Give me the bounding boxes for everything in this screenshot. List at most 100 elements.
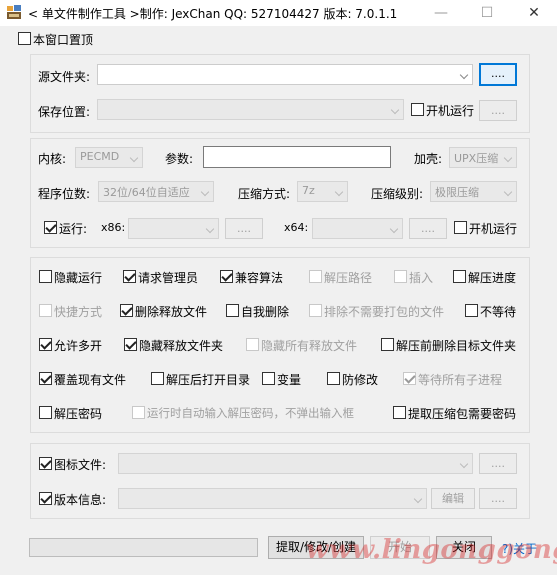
open-dir-after-label: 解压后打开目录 [166,373,251,387]
hide-released-checkbox[interactable] [124,338,137,351]
chevron-down-icon [413,494,423,504]
kernel-label: 内核: [38,152,67,166]
allow-multi-label: 允许多开 [54,339,103,353]
maximize-button[interactable]: ☐ [464,0,510,26]
source-browse-button[interactable]: .... [479,63,517,86]
request-admin-label: 请求管理员 [138,271,199,285]
version-edit-button[interactable]: 编辑 [431,488,475,509]
shell-value: UPX压缩 [454,152,499,165]
version-info-label: 版本信息: [54,493,107,507]
progress-bar [29,538,258,557]
chevron-down-icon [129,153,139,163]
bits-value: 32位/64位自适应 [103,186,190,199]
hide-all-released-label: 隐藏所有释放文件 [261,339,358,353]
bits-combo[interactable]: 32位/64位自适应 [98,181,214,202]
overwrite-existing-checkbox[interactable] [39,372,52,385]
self-delete-checkbox[interactable] [226,304,239,317]
kernel-value: PECMD [80,150,120,163]
hide-run-label: 隐藏运行 [54,271,103,285]
hide-released-label: 隐藏释放文件夹 [139,339,224,353]
minimize-button[interactable]: — [418,0,464,26]
allow-multi-checkbox[interactable] [39,338,52,351]
chevron-down-icon [390,105,400,115]
compress-mode-combo[interactable]: 7z [297,181,348,202]
extract-path-checkbox[interactable] [309,270,322,283]
hide-run-checkbox[interactable] [39,270,52,283]
anti-modify-checkbox[interactable] [327,372,340,385]
source-folder-label: 源文件夹: [38,70,91,84]
insert-label: 插入 [409,271,434,285]
source-folder-combo[interactable] [97,64,473,85]
extract-progress-checkbox[interactable] [453,270,466,283]
kernel-combo[interactable]: PECMD [75,147,143,168]
extract-path-label: 解压路径 [324,271,373,285]
anti-modify-label: 防修改 [342,373,379,387]
x86-label: x86: [101,221,126,234]
delete-target-before-checkbox[interactable] [381,338,394,351]
compress-mode-label: 压缩方式: [238,187,291,201]
shortcut-checkbox[interactable] [39,304,52,317]
delete-released-checkbox[interactable] [120,304,133,317]
wait-all-children-label: 等待所有子进程 [418,373,503,387]
compress-level-label: 压缩级别: [371,187,424,201]
x86-combo[interactable] [128,218,219,239]
no-wait-label: 不等待 [480,305,517,319]
x64-combo[interactable] [312,218,403,239]
watermark-text: www.lingonggong.com [306,535,557,565]
params-input[interactable] [203,146,391,168]
insert-checkbox[interactable] [394,270,407,283]
shell-label: 加壳: [414,152,443,166]
auto-input-password-checkbox[interactable] [132,406,145,419]
hide-all-released-checkbox[interactable] [246,338,259,351]
params-label: 参数: [165,152,194,166]
icon-browse-button[interactable]: .... [479,453,517,474]
no-wait-checkbox[interactable] [465,304,478,317]
save-location-combo[interactable] [97,99,404,120]
wait-all-children-checkbox[interactable] [403,372,416,385]
chevron-down-icon [503,187,513,197]
run-checkbox[interactable] [44,221,57,234]
chevron-down-icon [334,187,344,197]
bits-label: 程序位数: [38,187,91,201]
x64-label: x64: [284,221,309,234]
autostart-label-2: 开机运行 [469,222,518,236]
x86-browse-button[interactable]: .... [225,218,263,239]
request-admin-checkbox[interactable] [123,270,136,283]
self-delete-label: 自我删除 [241,305,290,319]
icon-file-combo[interactable] [118,453,473,474]
open-dir-after-checkbox[interactable] [151,372,164,385]
variable-label: 变量 [277,373,302,387]
extract-needs-password-label: 提取压缩包需要密码 [408,407,517,421]
window-title: < 单文件制作工具 >制作: JexChan QQ: 527104427 版本:… [28,7,398,21]
app-icon [7,5,21,19]
extract-password-label: 解压密码 [54,407,103,421]
variable-checkbox[interactable] [262,372,275,385]
autostart-checkbox-2[interactable] [454,221,467,234]
shortcut-label: 快捷方式 [54,305,103,319]
close-window-button[interactable]: ✕ [511,0,557,26]
title-bar: < 单文件制作工具 >制作: JexChan QQ: 527104427 版本:… [0,0,557,26]
extract-password-checkbox[interactable] [39,406,52,419]
compress-level-combo[interactable]: 极限压缩 [430,181,517,202]
delete-released-label: 删除释放文件 [135,305,208,319]
extract-progress-label: 解压进度 [468,271,517,285]
save-location-label: 保存位置: [38,105,91,119]
compress-mode-value: 7z [302,184,315,197]
icon-file-checkbox[interactable] [39,457,52,470]
save-browse-button[interactable]: .... [479,100,517,121]
autostart-checkbox-1[interactable] [411,103,424,116]
exclude-unneeded-checkbox[interactable] [309,304,322,317]
version-browse-button[interactable]: .... [479,488,517,509]
topmost-label: 本窗口置顶 [33,33,94,47]
x64-browse-button[interactable]: .... [409,218,447,239]
version-info-checkbox[interactable] [39,492,52,505]
chevron-down-icon [503,153,513,163]
version-info-combo[interactable] [118,488,427,509]
extract-needs-password-checkbox[interactable] [393,406,406,419]
shell-combo[interactable]: UPX压缩 [449,147,517,168]
chevron-down-icon [459,459,469,469]
chevron-down-icon [200,187,210,197]
icon-file-label: 图标文件: [54,458,107,472]
topmost-checkbox[interactable] [18,32,31,45]
compat-algo-checkbox[interactable] [220,270,233,283]
